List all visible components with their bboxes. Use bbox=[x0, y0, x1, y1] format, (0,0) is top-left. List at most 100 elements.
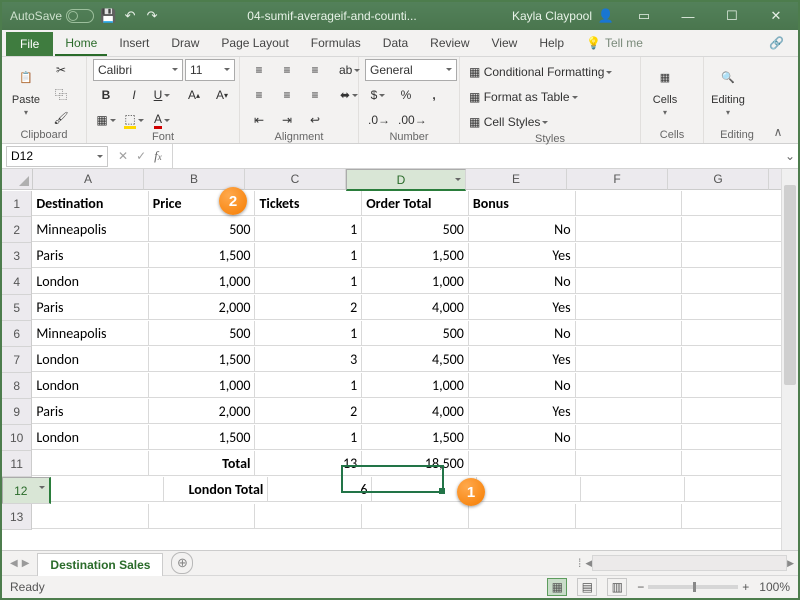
row-header[interactable]: 2 bbox=[2, 217, 32, 243]
cell[interactable] bbox=[576, 373, 683, 398]
cell[interactable] bbox=[685, 477, 789, 502]
tab-formulas[interactable]: Formulas bbox=[301, 32, 371, 56]
cell[interactable]: Paris bbox=[32, 399, 148, 424]
copy-button[interactable]: ⿻ bbox=[48, 83, 74, 105]
format-table-button[interactable]: ▦ Format as Table bbox=[466, 86, 628, 108]
cell[interactable]: 3 bbox=[255, 347, 362, 372]
tab-file[interactable]: File bbox=[6, 32, 53, 56]
cell[interactable]: Minneapolis bbox=[32, 321, 148, 346]
cell[interactable]: 2 bbox=[255, 399, 362, 424]
cell[interactable]: 500 bbox=[362, 217, 469, 242]
cell[interactable] bbox=[682, 451, 789, 476]
editing-button[interactable]: 🔍 Editing▾ bbox=[710, 59, 746, 121]
column-header[interactable]: E bbox=[466, 169, 567, 190]
cell[interactable]: London Total bbox=[164, 477, 268, 502]
zoom-out-button[interactable]: − bbox=[637, 580, 644, 594]
tab-data[interactable]: Data bbox=[373, 32, 418, 56]
border-button[interactable]: ▦ bbox=[93, 109, 119, 131]
cell[interactable] bbox=[682, 399, 789, 424]
column-header[interactable]: G bbox=[668, 169, 769, 190]
redo-icon[interactable]: ↷ bbox=[144, 8, 160, 24]
cell-styles-button[interactable]: ▦ Cell Styles bbox=[466, 111, 628, 133]
cell[interactable]: 2 bbox=[255, 295, 362, 320]
row-header[interactable]: 6 bbox=[2, 321, 32, 347]
orientation-button[interactable]: ab bbox=[336, 59, 363, 81]
horizontal-scrollbar[interactable]: ⁞ ◀ ▶ bbox=[574, 556, 798, 570]
cell[interactable]: Destination bbox=[32, 191, 148, 216]
cell[interactable]: 4,000 bbox=[362, 399, 469, 424]
cell[interactable]: 1 bbox=[255, 373, 362, 398]
cell[interactable]: Tickets bbox=[255, 191, 362, 216]
cell[interactable] bbox=[576, 451, 683, 476]
cell[interactable] bbox=[682, 425, 789, 450]
cell[interactable]: 4,500 bbox=[362, 347, 469, 372]
cell[interactable]: 1,500 bbox=[362, 425, 469, 450]
cell[interactable]: 1 bbox=[255, 217, 362, 242]
column-header[interactable]: C bbox=[245, 169, 346, 190]
align-left-button[interactable]: ≡ bbox=[246, 84, 272, 106]
tab-draw[interactable]: Draw bbox=[161, 32, 209, 56]
row-header[interactable]: 1 bbox=[2, 191, 32, 217]
collapse-ribbon-button[interactable]: ∧ bbox=[770, 57, 786, 143]
cell[interactable]: No bbox=[469, 269, 576, 294]
cell[interactable]: 18,500 bbox=[362, 451, 469, 476]
cell[interactable]: Yes bbox=[469, 347, 576, 372]
row-header[interactable]: 8 bbox=[2, 373, 32, 399]
cell[interactable]: 1,000 bbox=[362, 269, 469, 294]
new-sheet-button[interactable]: ⊕ bbox=[171, 552, 193, 574]
cell[interactable] bbox=[362, 504, 469, 529]
tab-insert[interactable]: Insert bbox=[109, 32, 159, 56]
cell[interactable]: Total bbox=[149, 451, 256, 476]
cell[interactable] bbox=[32, 504, 148, 529]
cut-button[interactable]: ✂ bbox=[48, 59, 74, 81]
increase-indent-button[interactable]: ⇥ bbox=[274, 109, 300, 131]
align-bottom-button[interactable]: ≡ bbox=[302, 59, 328, 81]
cell[interactable] bbox=[682, 191, 789, 216]
align-middle-button[interactable]: ≡ bbox=[274, 59, 300, 81]
cell[interactable]: 500 bbox=[362, 321, 469, 346]
cell[interactable]: 2,000 bbox=[149, 399, 256, 424]
cell[interactable]: 13 bbox=[255, 451, 362, 476]
cell[interactable]: Paris bbox=[32, 295, 148, 320]
cell[interactable] bbox=[469, 451, 576, 476]
tab-home[interactable]: Home bbox=[55, 32, 107, 56]
cells-button[interactable]: ▦ Cells▾ bbox=[647, 59, 683, 121]
zoom-slider[interactable] bbox=[648, 585, 738, 589]
undo-icon[interactable]: ↶ bbox=[122, 8, 138, 24]
save-icon[interactable]: 💾 bbox=[100, 8, 116, 24]
row-header[interactable]: 3 bbox=[2, 243, 32, 269]
cell[interactable] bbox=[576, 425, 683, 450]
cell[interactable]: 1 bbox=[255, 321, 362, 346]
align-right-button[interactable]: ≡ bbox=[302, 84, 328, 106]
ribbon-options-button[interactable]: ▭ bbox=[622, 2, 666, 30]
cell[interactable]: 4,000 bbox=[362, 295, 469, 320]
cell[interactable]: London bbox=[32, 425, 148, 450]
cell[interactable] bbox=[682, 321, 789, 346]
zoom-level[interactable]: 100% bbox=[759, 580, 790, 594]
row-header[interactable]: 11 bbox=[2, 451, 32, 477]
page-break-view-button[interactable]: ▥ bbox=[607, 578, 627, 596]
align-top-button[interactable]: ≡ bbox=[246, 59, 272, 81]
cell[interactable]: 1,500 bbox=[149, 243, 256, 268]
decrease-decimal-button[interactable]: .00→ bbox=[395, 109, 430, 131]
cell[interactable]: London bbox=[32, 347, 148, 372]
percent-format-button[interactable]: % bbox=[393, 84, 419, 106]
italic-button[interactable]: I bbox=[121, 84, 147, 106]
cell[interactable]: 1,500 bbox=[149, 425, 256, 450]
cell[interactable]: London bbox=[32, 373, 148, 398]
font-size-select[interactable]: 11 bbox=[185, 59, 235, 81]
row-header[interactable]: 13 bbox=[2, 504, 32, 530]
cell[interactable] bbox=[576, 504, 683, 529]
share-button[interactable]: 🔗 bbox=[759, 32, 794, 56]
cell[interactable] bbox=[255, 504, 362, 529]
cell[interactable] bbox=[477, 477, 581, 502]
underline-button[interactable]: U bbox=[149, 84, 175, 106]
sheet-nav-prev-icon[interactable]: ◀ bbox=[10, 558, 18, 569]
vertical-scrollbar[interactable] bbox=[781, 169, 798, 550]
conditional-formatting-button[interactable]: ▦ Conditional Formatting bbox=[466, 61, 628, 83]
cell[interactable] bbox=[682, 504, 789, 529]
sheet-tab-active[interactable]: Destination Sales bbox=[37, 553, 163, 576]
cell[interactable]: 1,500 bbox=[149, 347, 256, 372]
row-header[interactable]: 7 bbox=[2, 347, 32, 373]
row-header[interactable]: 5 bbox=[2, 295, 32, 321]
